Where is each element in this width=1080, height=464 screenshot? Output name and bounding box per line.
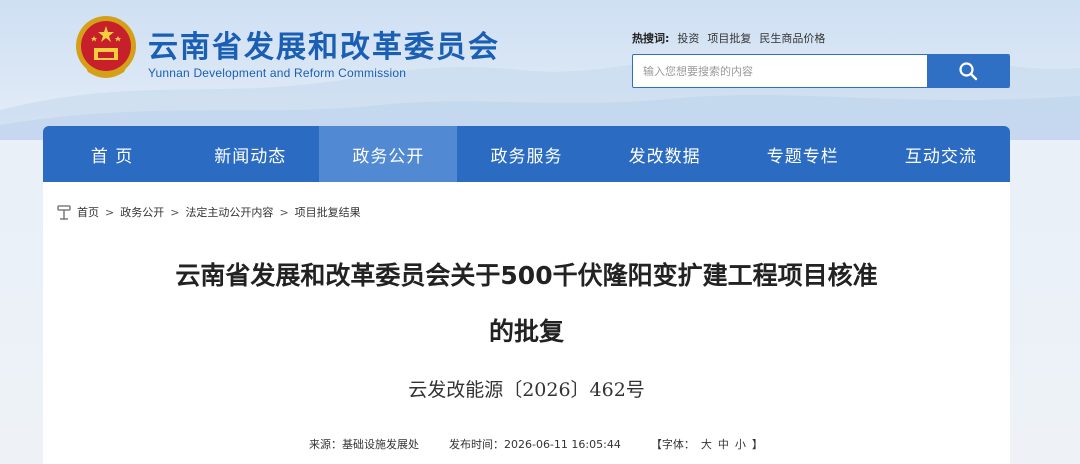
national-emblem-icon	[74, 14, 138, 82]
document-number: 云发改能源〔2026〕462号	[408, 379, 645, 401]
nav-item-interaction[interactable]: 互动交流	[872, 126, 1010, 182]
search-input[interactable]	[633, 55, 927, 87]
location-icon	[57, 205, 71, 220]
breadcrumb-item[interactable]: 法定主动公开内容	[185, 204, 273, 220]
source-value: 基础设施发展处	[342, 438, 419, 451]
nav-item-government-affairs[interactable]: 政务公开	[319, 126, 458, 182]
article-card: 首页 > 政务公开 > 法定主动公开内容 > 项目批复结果 云南省发展和改革委员…	[43, 182, 1010, 464]
breadcrumb: 首页 > 政务公开 > 法定主动公开内容 > 项目批复结果	[57, 204, 361, 220]
breadcrumb-separator: >	[170, 205, 180, 219]
search-box	[632, 54, 1010, 88]
source-info: 来源：基础设施发展处	[309, 436, 419, 452]
publish-info: 发布时间：2026-06-11 16:05:44	[449, 436, 621, 452]
article-meta: 来源：基础设施发展处 发布时间：2026-06-11 16:05:44 【字体：…	[309, 436, 763, 452]
nav-item-news[interactable]: 新闻动态	[181, 126, 319, 182]
site-title: 云南省发展和改革委员会	[148, 30, 500, 65]
article-title-line2: 的批复	[488, 317, 564, 346]
site-subtitle: Yunnan Development and Reform Commission	[148, 66, 407, 80]
breadcrumb-separator: >	[279, 205, 289, 219]
nav-item-topics[interactable]: 专题专栏	[734, 126, 872, 182]
nav-item-home[interactable]: 首 页	[43, 126, 181, 182]
hot-search-label: 热搜词:	[632, 32, 670, 45]
hot-search-row: 热搜词: 投资 项目批复 民生商品价格	[632, 30, 825, 46]
publish-label: 发布时间：	[449, 438, 504, 451]
font-size-small[interactable]: 小	[735, 436, 746, 452]
font-size-close: 】	[751, 438, 763, 451]
publish-time: 2026-06-11 16:05:44	[504, 438, 621, 451]
hot-search-link[interactable]: 投资	[677, 30, 699, 46]
nav-item-data[interactable]: 发改数据	[596, 126, 734, 182]
font-size-large[interactable]: 大	[701, 436, 712, 452]
font-size-label: 【字体：	[650, 438, 695, 451]
breadcrumb-item[interactable]: 首页	[77, 204, 99, 220]
breadcrumb-separator: >	[105, 205, 115, 219]
hot-search-link[interactable]: 民生商品价格	[759, 30, 825, 46]
site-header: 云南省发展和改革委员会 Yunnan Development and Refor…	[0, 0, 1080, 125]
source-label: 来源：	[309, 438, 342, 451]
search-icon	[959, 62, 978, 81]
font-size-selector: 【字体： 大 中 小 】	[651, 436, 763, 452]
font-size-medium[interactable]: 中	[718, 436, 729, 452]
main-nav: 首 页 新闻动态 政务公开 政务服务 发改数据 专题专栏 互动交流	[43, 126, 1010, 182]
breadcrumb-item[interactable]: 政务公开	[120, 204, 164, 220]
hot-search-link[interactable]: 项目批复	[707, 30, 751, 46]
nav-item-services[interactable]: 政务服务	[457, 126, 595, 182]
search-button[interactable]	[927, 55, 1009, 87]
breadcrumb-item[interactable]: 项目批复结果	[295, 204, 361, 220]
article-title-line1: 云南省发展和改革委员会关于500千伏隆阳变扩建工程项目核准	[175, 261, 878, 290]
